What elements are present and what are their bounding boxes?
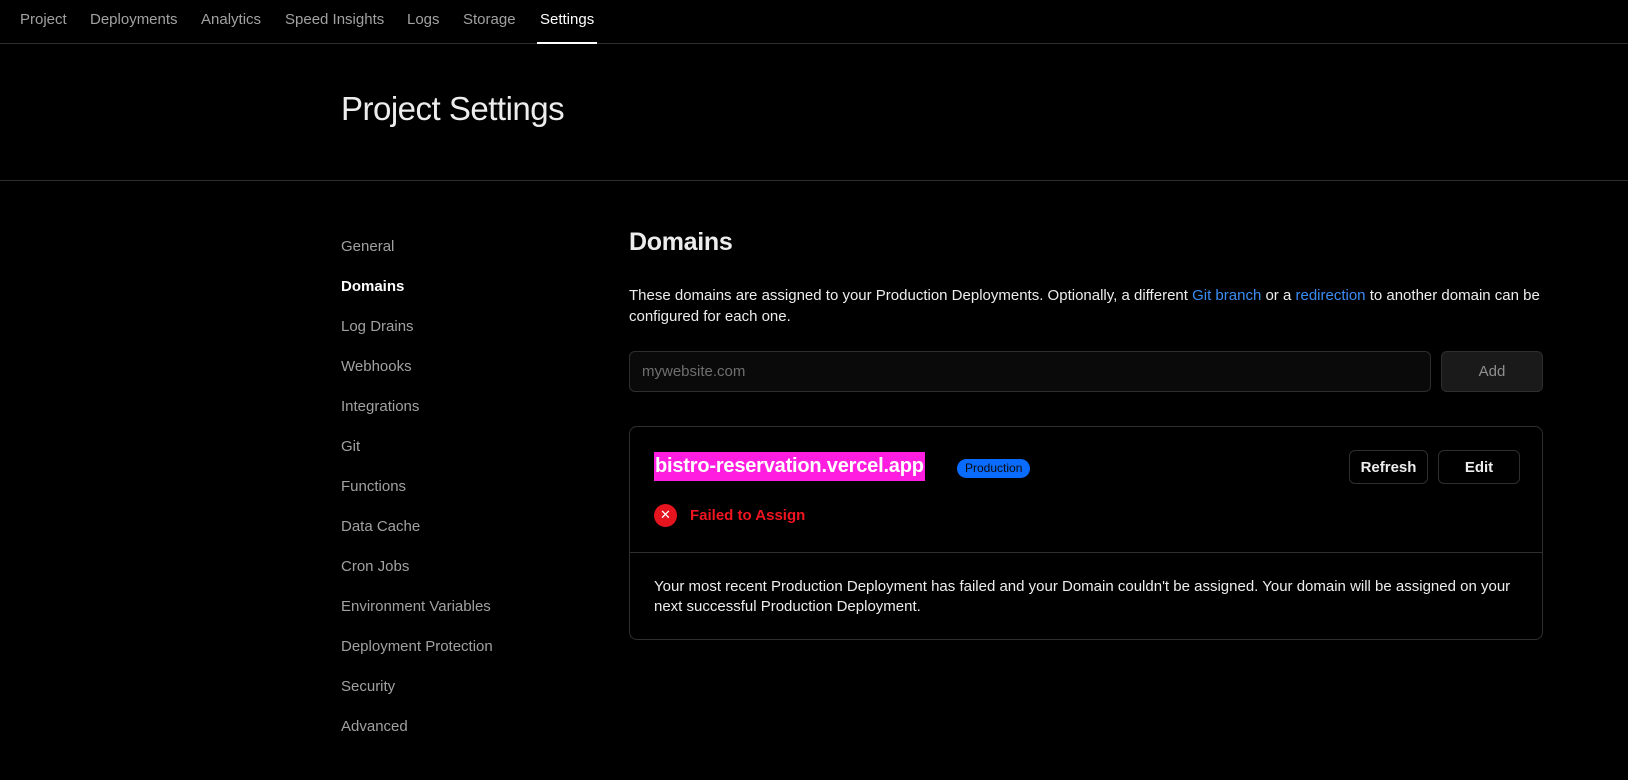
sidebar-item-general[interactable]: General: [341, 238, 394, 255]
section-title: Domains: [629, 228, 733, 256]
page-title: Project Settings: [341, 90, 565, 127]
environment-badge: Production: [957, 459, 1031, 478]
git-branch-link[interactable]: Git branch: [1192, 287, 1261, 304]
sidebar-item-cron-jobs[interactable]: Cron Jobs: [341, 558, 409, 575]
tab-analytics[interactable]: Analytics: [201, 0, 261, 44]
sidebar-item-functions[interactable]: Functions: [341, 478, 406, 495]
refresh-button[interactable]: Refresh: [1349, 450, 1428, 484]
domain-input[interactable]: [629, 351, 1431, 392]
sidebar-item-log-drains[interactable]: Log Drains: [341, 318, 414, 335]
domain-card: bistro-reservation.vercel.app Production…: [629, 426, 1543, 640]
redirection-link[interactable]: redirection: [1295, 287, 1365, 304]
description-text: or a: [1261, 287, 1296, 304]
tab-deployments[interactable]: Deployments: [90, 0, 178, 44]
sidebar-item-domains[interactable]: Domains: [341, 278, 404, 295]
description-text: These domains are assigned to your Produ…: [629, 287, 1193, 304]
add-domain-button[interactable]: Add: [1441, 351, 1543, 392]
domains-description: These domains are assigned to your Produ…: [629, 285, 1543, 327]
top-nav: Project Deployments Analytics Speed Insi…: [0, 0, 1628, 44]
tab-settings[interactable]: Settings: [536, 0, 598, 44]
sidebar-item-environment-variables[interactable]: Environment Variables: [341, 598, 491, 615]
tab-logs[interactable]: Logs: [407, 0, 440, 44]
sidebar-item-advanced[interactable]: Advanced: [341, 718, 408, 735]
sidebar-item-data-cache[interactable]: Data Cache: [341, 518, 420, 535]
domain-status: ✕ Failed to Assign: [654, 503, 805, 527]
domain-name-link[interactable]: bistro-reservation.vercel.app: [654, 452, 925, 481]
card-divider: [630, 552, 1542, 553]
sidebar-item-git[interactable]: Git: [341, 438, 360, 455]
tab-speed-insights[interactable]: Speed Insights: [285, 0, 384, 44]
status-text: Failed to Assign: [690, 506, 806, 524]
x-circle-icon: ✕: [654, 503, 677, 527]
tab-storage[interactable]: Storage: [463, 0, 516, 44]
sidebar-item-security[interactable]: Security: [341, 678, 395, 695]
page-header: Project Settings: [0, 44, 1628, 181]
sidebar-item-deployment-protection[interactable]: Deployment Protection: [341, 638, 493, 655]
sidebar-item-webhooks[interactable]: Webhooks: [341, 358, 412, 375]
tab-project[interactable]: Project: [20, 0, 67, 44]
failure-message: Your most recent Production Deployment h…: [654, 578, 1511, 615]
sidebar-item-integrations[interactable]: Integrations: [341, 398, 419, 415]
edit-button[interactable]: Edit: [1438, 450, 1520, 484]
